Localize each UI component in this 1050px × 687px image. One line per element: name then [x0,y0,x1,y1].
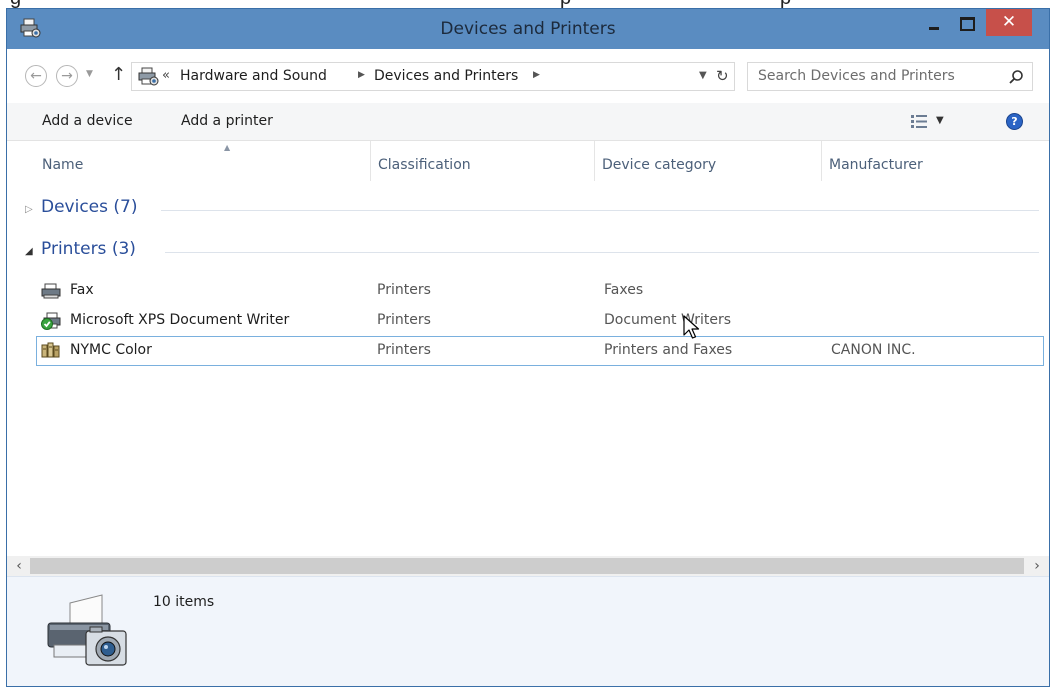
printer-name: Microsoft XPS Document Writer [70,312,290,328]
breadcrumb-hardware-and-sound[interactable]: Hardware and Sound [180,68,327,84]
printer-category: Faxes [604,282,644,298]
mouse-cursor-icon [683,315,700,339]
forward-arrow-icon: → [61,68,73,84]
refresh-icon[interactable]: ↻ [716,67,729,85]
background-window-strip: g p p [0,0,1050,8]
navigation-bar: ← → ▼ ↑ « Hardware and Sound ▶ Devices a… [7,49,1049,103]
column-header-manufacturer[interactable]: Manufacturer [822,141,1049,181]
add-printer-button[interactable]: Add a printer [181,113,273,129]
network-printer-icon [41,342,60,358]
column-header-row: Name ▲ Classification Device category Ma… [7,141,1049,181]
add-device-button[interactable]: Add a device [42,113,133,129]
devices-and-printers-window: Devices and Printers ✕ ← → ▼ ↑ « Hardwar… [6,8,1050,687]
column-header-name[interactable]: Name ▲ [42,141,371,181]
back-arrow-icon: ← [30,68,42,84]
group-title-devices: Devices (7) [41,197,138,217]
search-placeholder: Search Devices and Printers [758,68,955,84]
column-header-name-label: Name [42,157,84,173]
fax-icon [41,283,61,299]
address-overflow-chevron[interactable]: « [162,68,170,83]
printer-and-camera-icon [47,594,127,666]
column-header-classification-label: Classification [378,157,471,173]
minimize-button[interactable] [919,9,949,41]
column-header-classification[interactable]: Classification [371,141,595,181]
title-bar[interactable]: Devices and Printers ✕ [7,9,1049,49]
printer-name: NYMC Color [70,342,152,358]
address-bar[interactable]: « Hardware and Sound ▶ Devices and Print… [131,62,735,91]
close-button[interactable]: ✕ [986,9,1032,36]
devices-printers-location-icon [138,67,159,86]
window-title: Devices and Printers [440,19,616,39]
printer-category: Document Writers [604,312,731,328]
scrollbar-thumb[interactable] [30,558,1024,574]
printer-row-microsoft-xps-document-writer[interactable]: Microsoft XPS Document Writer Printers D… [36,306,1044,336]
forward-button[interactable]: → [56,65,78,87]
command-bar: Add a device Add a printer ▼ ? [7,103,1049,141]
address-history-dropdown-icon[interactable]: ▼ [699,70,707,81]
search-input[interactable]: Search Devices and Printers [747,62,1033,91]
expand-arrow-icon[interactable]: ▷ [25,204,33,215]
printer-classification: Printers [377,282,431,298]
group-header-printers[interactable]: ◢ Printers (3) [25,239,1039,265]
printer-classification: Printers [377,342,431,358]
maximize-button[interactable] [951,9,981,41]
column-header-device-category[interactable]: Device category [595,141,822,181]
column-header-device-category-label: Device category [602,157,717,173]
printer-row-fax[interactable]: Fax Printers Faxes [36,276,1044,306]
printer-row-nymc-color[interactable]: NYMC Color Printers Printers and Faxes C… [36,336,1044,366]
printer-name: Fax [70,282,94,298]
breadcrumb-separator-icon[interactable]: ▶ [358,70,365,80]
collapse-arrow-icon[interactable]: ◢ [25,246,33,257]
printer-manufacturer: CANON INC. [831,342,916,358]
item-count: 10 items [153,594,215,610]
up-arrow-icon[interactable]: ↑ [111,64,126,85]
scroll-right-icon[interactable]: › [1029,556,1045,576]
group-divider [165,252,1039,253]
sort-ascending-icon: ▲ [224,143,231,152]
close-icon: ✕ [1001,12,1017,32]
view-options-dropdown-icon[interactable]: ▼ [936,115,944,126]
change-view-icon[interactable] [911,115,927,129]
printer-classification: Printers [377,312,431,328]
scroll-left-icon[interactable]: ‹ [11,556,27,576]
search-icon[interactable] [1008,69,1024,85]
group-header-devices[interactable]: ▷ Devices (7) [25,197,1039,223]
breadcrumb-separator-icon[interactable]: ▶ [533,70,540,80]
group-divider [161,210,1039,211]
group-title-printers: Printers (3) [41,239,136,259]
help-icon[interactable]: ? [1006,113,1023,130]
horizontal-scrollbar[interactable]: ‹ › [7,556,1049,576]
column-header-manufacturer-label: Manufacturer [829,157,923,173]
breadcrumb-devices-and-printers[interactable]: Devices and Printers [374,68,518,84]
printer-category: Printers and Faxes [604,342,733,358]
details-pane: 10 items [7,576,1049,686]
recent-locations-dropdown-icon[interactable]: ▼ [86,69,93,79]
back-button[interactable]: ← [25,65,47,87]
default-printer-icon [41,312,61,330]
